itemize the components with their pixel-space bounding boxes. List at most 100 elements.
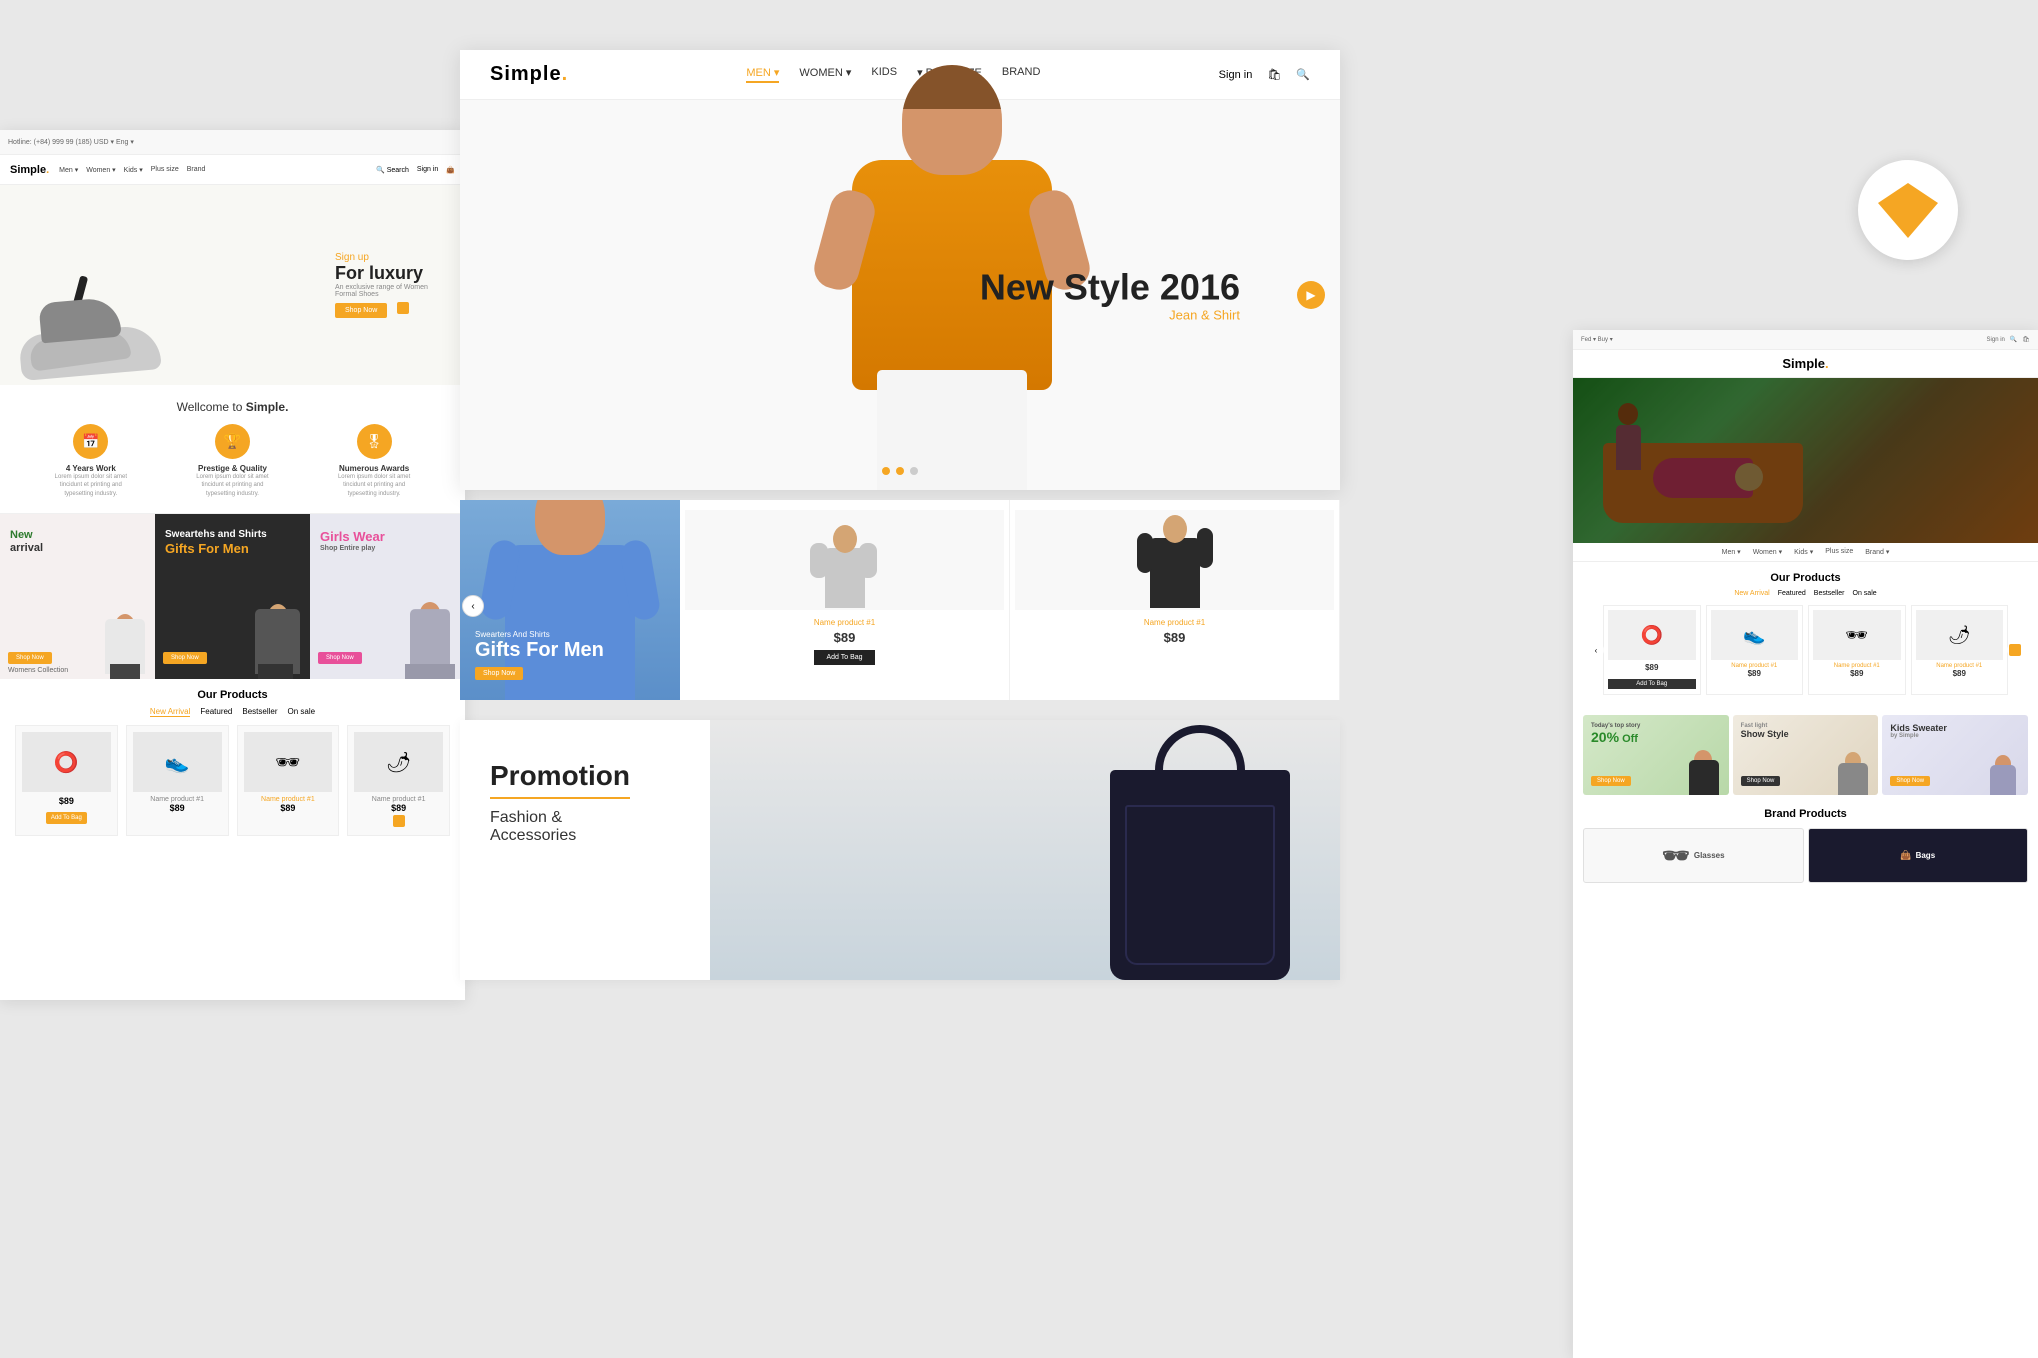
rp-ks-sub: by Simple (1890, 733, 1947, 739)
bag-link[interactable]: 👜 (446, 166, 455, 174)
prestige-icon: 🏆 (215, 424, 250, 459)
rns-men[interactable]: Men ▾ (1722, 548, 1741, 556)
gift-name-2: Name product #1 (1144, 618, 1205, 627)
gift-slider-left-arrow[interactable]: ‹ (462, 595, 484, 617)
rp-brand-grid: 🕶 Glasses 👜 Bags (1583, 828, 2028, 883)
rp-price-3: $89 (1813, 669, 1901, 678)
rp-bags-item[interactable]: 👜 Bags (1808, 828, 2029, 883)
gray-rarm (859, 543, 877, 578)
rp-ks-btn[interactable]: Shop Now (1890, 769, 1930, 787)
dot-2[interactable] (896, 467, 904, 475)
gifts-shop-btn[interactable]: Shop Now (163, 646, 207, 664)
shop-now-btn[interactable]: Shop Now (8, 646, 52, 664)
rp-todays-story: Today's top story 20% Off Shop Now (1583, 715, 1729, 795)
tab-featured[interactable]: Featured (200, 707, 232, 717)
rp-glasses-item[interactable]: 🕶 Glasses (1583, 828, 1804, 883)
nav-women[interactable]: Women ▾ (86, 166, 115, 174)
nav-kids[interactable]: Kids ▾ (124, 166, 143, 174)
woman-silhouette (100, 549, 150, 679)
gray-larm (810, 543, 828, 578)
gift-card-info-1: Name product #1 $89 Add To Bag (814, 618, 875, 690)
rp-add-btn-1[interactable]: Add To Bag (1608, 679, 1696, 689)
rp-ts-label: Today's top story 20% Off (1591, 723, 1640, 745)
nav-brand[interactable]: Brand (187, 166, 206, 174)
promo-title: Promotion (490, 760, 630, 799)
style-man (1833, 717, 1873, 795)
rns-brand[interactable]: Brand ▾ (1865, 548, 1889, 556)
man-dark-figure (1135, 513, 1215, 608)
gift-add-btn-1[interactable]: Add To Bag (814, 650, 874, 665)
hero-arrow-right[interactable]: ▶ (1297, 281, 1325, 309)
bags-label: Bags (1916, 851, 1936, 860)
girls-shop-btn[interactable]: Shop Now (318, 646, 362, 664)
rns-kids[interactable]: Kids ▾ (1794, 548, 1813, 556)
hero-subtitle: Jean & Shirt (980, 307, 1240, 322)
right-search-icon[interactable]: 🔍 (2010, 336, 2017, 343)
search-link[interactable]: 🔍 Search (376, 166, 409, 174)
bag-inner-line (1125, 805, 1275, 965)
hero-title: New Style 2016 (980, 268, 1240, 308)
dot-1[interactable] (882, 467, 890, 475)
rp-ts-btn[interactable]: Shop Now (1591, 769, 1631, 787)
rp-product-img-1: ⭕ (1608, 610, 1696, 660)
nav-men[interactable]: Men ▾ (59, 166, 78, 174)
bag-main[interactable]: 🛍 (1267, 68, 1281, 81)
girls-title: Girls Wear (320, 529, 385, 545)
banner-shop-btn[interactable]: Shop Now (335, 303, 387, 318)
rp-product-img-2: 👟 (1711, 610, 1799, 660)
gfm-shop-btn[interactable]: Shop Now (475, 667, 523, 680)
products-title: Our Products (15, 689, 450, 701)
rp-left-arrow[interactable]: ‹ (1588, 642, 1604, 658)
product-img-3: 🕶 (244, 732, 333, 792)
nav-men-main[interactable]: MEN ▾ (746, 66, 779, 83)
rp-tab-onsale[interactable]: On sale (1853, 590, 1877, 597)
rp-show-style: Fast light Show Style Shop Now (1733, 715, 1879, 795)
right-logo: Simple. (1782, 356, 1828, 371)
product-price-1: $89 (22, 796, 111, 806)
nav-women-main[interactable]: WOMEN ▾ (799, 66, 851, 83)
search-main[interactable]: 🔍 (1296, 68, 1310, 81)
rp-product-img-4: 🌶 (1916, 610, 2004, 660)
promotion-section: Promotion Fashion & Accessories (460, 720, 1340, 980)
rp-ss-btn[interactable]: Shop Now (1741, 769, 1781, 787)
hero-text: New Style 2016 Jean & Shirt (980, 268, 1240, 323)
years-title: 4 Years Work (46, 464, 136, 473)
nav-brand-main[interactable]: BRAND (1002, 66, 1041, 83)
rp-right-arrow[interactable] (2007, 642, 2023, 658)
rns-plus[interactable]: Plus size (1825, 548, 1853, 556)
prestige-title: Prestige & Quality (187, 464, 277, 473)
rp-banners-row: Today's top story 20% Off Shop Now Fast … (1573, 710, 2038, 800)
gift-cards: Name product #1 $89 Add To Bag Name prod… (680, 500, 1340, 700)
nav-plus[interactable]: Plus size (151, 166, 179, 174)
product-tabs: New Arrival Featured Bestseller On sale (15, 707, 450, 717)
rp-product-3: 🕶 Name product #1 $89 (1808, 605, 1906, 695)
womens-collection: Womens Collection (8, 667, 68, 674)
tab-new-arrival[interactable]: New Arrival (150, 707, 190, 717)
man-silhouette (250, 539, 305, 679)
tab-bestseller[interactable]: Bestseller (242, 707, 277, 717)
signin-link[interactable]: Sign in (417, 166, 438, 174)
rp-tab-new[interactable]: New Arrival (1734, 590, 1769, 597)
new-arrival-label: New arrival (10, 529, 43, 555)
new-highlight: New (10, 529, 33, 541)
add-to-bag-1[interactable]: Add To Bag (46, 812, 87, 824)
awards-icon: 🎖 (357, 424, 392, 459)
nav-kids-main[interactable]: KIDS (871, 66, 897, 83)
rp-tab-bestseller[interactable]: Bestseller (1814, 590, 1845, 597)
right-bag-icon[interactable]: 🛍 (2022, 336, 2030, 343)
dot-3[interactable] (910, 467, 918, 475)
signin-main[interactable]: Sign in (1219, 69, 1253, 81)
rp-ks-label: Kids Sweater by Simple (1890, 723, 1947, 739)
girls-wear-label: Girls Wear Shop Entire play (320, 529, 385, 553)
banners-row: New arrival Womens Collection Shop Now S… (0, 514, 465, 679)
welcome-section: Wellcome to Simple. 📅 4 Years Work Lorem… (0, 385, 465, 514)
tab-onsale[interactable]: On sale (288, 707, 316, 717)
rp-brand-section: Brand Products 🕶 Glasses 👜 Bags (1573, 800, 2038, 891)
promo-line2: Accessories (490, 827, 680, 845)
rns-women[interactable]: Women ▾ (1753, 548, 1782, 556)
dark-body (1150, 538, 1200, 608)
rp-tab-featured[interactable]: Featured (1778, 590, 1806, 597)
diamond-bottom (1878, 203, 1938, 238)
right-signin[interactable]: Sign in (1987, 337, 2005, 343)
right-nav: Simple. (1573, 350, 2038, 378)
